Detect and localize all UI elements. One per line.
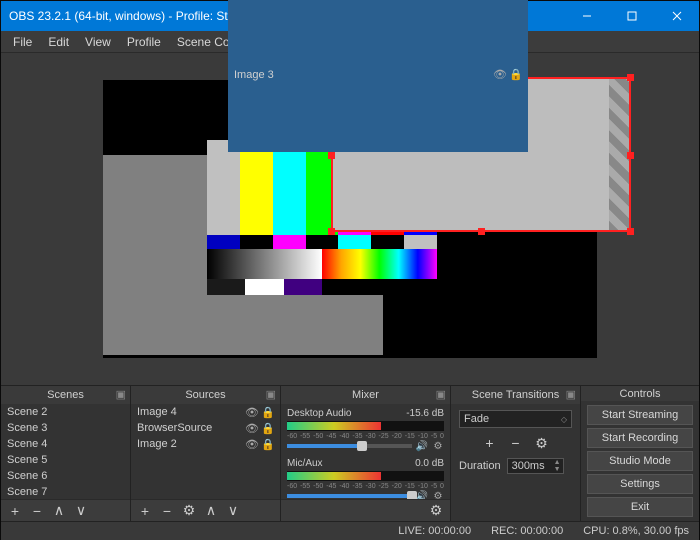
status-bar: LIVE: 00:00:00 REC: 00:00:00 CPU: 0.8%, …	[1, 521, 699, 540]
panel-sources: Sources▣ Image 4👁🔒Image 3👁🔒BrowserSource…	[131, 386, 281, 521]
scene-row[interactable]: Scene 3	[1, 420, 130, 436]
scene-row[interactable]: Scene 7	[1, 484, 130, 499]
transition-select[interactable]: Fade◇	[459, 410, 572, 428]
mixer-toolbar: ⚙	[281, 499, 450, 521]
speaker-icon[interactable]: 🔊	[416, 490, 428, 499]
menu-view[interactable]: View	[77, 33, 119, 51]
scenes-remove-button[interactable]: −	[27, 502, 47, 520]
audio-meter	[287, 421, 444, 431]
sources-up-button[interactable]: ∧	[201, 502, 221, 520]
menu-profile[interactable]: Profile	[119, 33, 169, 51]
gear-icon[interactable]: ⚙	[432, 440, 444, 452]
resize-handle-e[interactable]	[627, 152, 634, 159]
panel-scenes: Scenes ▣ Scene 1Scene 2Scene 3Scene 4Scen…	[1, 386, 131, 521]
sources-add-button[interactable]: +	[135, 502, 155, 520]
controls-title: Controls	[620, 388, 661, 400]
source-row[interactable]: Image 4👁🔒	[131, 404, 280, 420]
resize-handle-w[interactable]	[328, 152, 335, 159]
scene-row[interactable]: Scene 6	[1, 468, 130, 484]
sources-remove-button[interactable]: −	[157, 502, 177, 520]
sources-title: Sources	[185, 389, 225, 401]
volume-slider[interactable]	[287, 444, 412, 448]
panel-popout-icon[interactable]: ▣	[436, 388, 446, 401]
panel-transitions: Scene Transitions▣ Fade◇ + − ⚙ Duration …	[451, 386, 581, 521]
sources-settings-button[interactable]: ⚙	[179, 502, 199, 520]
status-rec: REC: 00:00:00	[491, 525, 563, 537]
duration-label: Duration	[459, 460, 501, 472]
lock-icon[interactable]: 🔒	[262, 406, 274, 418]
scenes-toolbar: + − ∧ ∨	[1, 499, 130, 521]
status-live: LIVE: 00:00:00	[398, 525, 471, 537]
source-row[interactable]: Image 2👁🔒	[131, 436, 280, 452]
scene-row[interactable]: Scene 5	[1, 452, 130, 468]
minimize-button[interactable]	[564, 1, 609, 31]
scene-row[interactable]: Scene 2	[1, 404, 130, 420]
menu-file[interactable]: File	[5, 33, 40, 51]
studio-mode-button[interactable]: Studio Mode	[587, 451, 693, 471]
exit-button[interactable]: Exit	[587, 497, 693, 517]
resize-handle-sw[interactable]	[328, 228, 335, 235]
scenes-up-button[interactable]: ∧	[49, 502, 69, 520]
docks: Scenes ▣ Scene 1Scene 2Scene 3Scene 4Scen…	[1, 385, 699, 521]
eye-icon[interactable]: 👁	[246, 422, 258, 434]
scenes-add-button[interactable]: +	[5, 502, 25, 520]
menu-edit[interactable]: Edit	[40, 33, 77, 51]
mixer-track: Mic/Aux0.0 dB-60-55-50-45-40-35-30-25-20…	[287, 458, 444, 499]
eye-icon[interactable]: 👁	[246, 406, 258, 418]
status-cpu: CPU: 0.8%, 30.00 fps	[583, 525, 689, 537]
panel-popout-icon[interactable]: ▣	[266, 388, 276, 401]
transition-remove-button[interactable]: −	[506, 434, 526, 452]
audio-meter	[287, 471, 444, 481]
scenes-list[interactable]: Scene 1Scene 2Scene 3Scene 4Scene 5Scene…	[1, 404, 130, 499]
eye-icon[interactable]: 👁	[246, 438, 258, 450]
resize-handle-se[interactable]	[627, 228, 634, 235]
maximize-button[interactable]	[609, 1, 654, 31]
speaker-icon[interactable]: 🔊	[416, 440, 428, 452]
sources-list[interactable]: Image 4👁🔒Image 3👁🔒BrowserSource👁🔒Image 2…	[131, 404, 280, 499]
mixer-track: Desktop Audio-15.6 dB-60-55-50-45-40-35-…	[287, 408, 444, 452]
mixer-settings-button[interactable]: ⚙	[426, 502, 446, 520]
panel-mixer: Mixer ▣ Desktop Audio-15.6 dB-60-55-50-45…	[281, 386, 451, 521]
scene-row[interactable]: Scene 4	[1, 436, 130, 452]
close-button[interactable]	[654, 1, 699, 31]
panel-popout-icon[interactable]: ▣	[566, 388, 576, 401]
transition-add-button[interactable]: +	[480, 434, 500, 452]
settings-button[interactable]: Settings	[587, 474, 693, 494]
transitions-title: Scene Transitions	[472, 389, 559, 401]
volume-slider[interactable]	[287, 494, 412, 498]
lock-icon[interactable]: 🔒	[262, 438, 274, 450]
mixer-title: Mixer	[352, 389, 379, 401]
mixer-body: Desktop Audio-15.6 dB-60-55-50-45-40-35-…	[281, 404, 450, 499]
scenes-title: Scenes	[47, 389, 84, 401]
lock-icon[interactable]: 🔒	[262, 422, 274, 434]
start-recording-button[interactable]: Start Recording	[587, 428, 693, 448]
start-streaming-button[interactable]: Start Streaming	[587, 405, 693, 425]
scenes-down-button[interactable]: ∨	[71, 502, 91, 520]
duration-spinbox[interactable]: 300ms▲▼	[507, 458, 564, 474]
sources-down-button[interactable]: ∨	[223, 502, 243, 520]
sources-toolbar: + − ⚙ ∧ ∨	[131, 499, 280, 521]
panel-controls: Controls Start Streaming Start Recording…	[581, 386, 699, 521]
gear-icon[interactable]: ⚙	[432, 490, 444, 499]
source-row[interactable]: BrowserSource👁🔒	[131, 420, 280, 436]
panel-popout-icon[interactable]: ▣	[116, 388, 126, 401]
resize-handle-s[interactable]	[478, 228, 485, 235]
transition-settings-button[interactable]: ⚙	[532, 434, 552, 452]
resize-handle-ne[interactable]	[627, 74, 634, 81]
